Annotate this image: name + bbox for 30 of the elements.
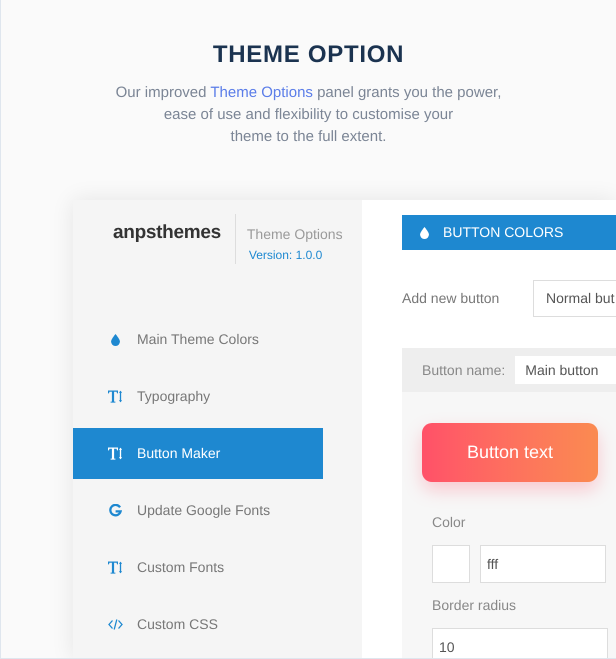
section-title: BUTTON COLORS	[443, 223, 564, 242]
button-name-label: Button name:	[422, 360, 506, 380]
droplet-icon	[111, 334, 120, 346]
border-radius-field[interactable]: 10	[432, 628, 608, 658]
theme-options-link[interactable]: Theme Options	[210, 84, 313, 101]
version-label: Version: 1.0.0	[248, 247, 322, 263]
droplet-icon	[420, 226, 429, 238]
sidebar-item[interactable]: Typography	[73, 371, 323, 422]
color-field[interactable]: fff	[480, 545, 606, 583]
sidebar-item[interactable]: Button Maker	[73, 428, 323, 479]
code-icon	[108, 619, 123, 630]
google-g-icon	[109, 504, 122, 517]
sidebar-item[interactable]: Custom CSS	[73, 599, 323, 650]
text-size-icon	[108, 447, 123, 460]
text-size-icon	[108, 561, 123, 574]
border-radius-label: Border radius	[432, 596, 516, 614]
preview-button[interactable]: Button text	[422, 423, 598, 482]
sidebar-item[interactable]: Update Google Fonts	[73, 485, 323, 536]
page-title: THEME OPTION	[212, 40, 406, 70]
sidebar-item[interactable]: Main Theme Colors	[73, 314, 323, 365]
brand-logo: anpsthemes	[113, 221, 221, 245]
swatch-icon[interactable]	[432, 545, 470, 583]
sidebar-item[interactable]: Custom Fonts	[73, 542, 323, 593]
button-name-field[interactable]: Main button	[515, 356, 616, 384]
button-type-select[interactable]: Normal but	[533, 280, 616, 317]
add-button-label: Add new button	[402, 289, 500, 308]
product-name: Theme Options	[246, 225, 343, 243]
text-size-icon	[108, 390, 123, 403]
color-label: Color	[432, 513, 466, 531]
intro-text: Our improved Theme Options panel grants you the power, ease of use and flexibility to customise your theme to the full extent.	[114, 83, 502, 147]
